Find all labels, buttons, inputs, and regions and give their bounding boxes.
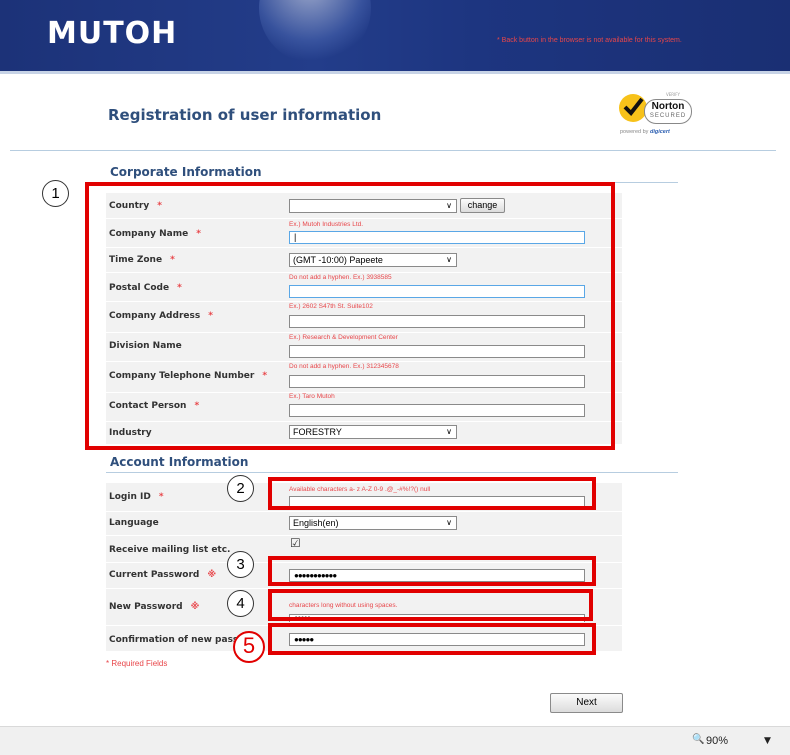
required-mark: ※ (207, 570, 217, 580)
callout-3: 3 (227, 551, 254, 578)
current-password-label: Current Password ※ (109, 570, 216, 580)
browser-status-bar: 🔍 90% ▼ (0, 726, 790, 755)
current-password-label-text: Current Password (109, 570, 200, 580)
new-password-label-text: New Password (109, 602, 183, 612)
page-title: Registration of user information (108, 106, 382, 124)
title-divider (10, 150, 776, 151)
header-underline (0, 71, 790, 74)
norton-pill: Norton SECURED (644, 99, 692, 124)
callout-5: 5 (233, 631, 265, 663)
confirm-password-label: Confirmation of new pass (109, 635, 239, 645)
mailing-list-checkbox[interactable]: ☑ (290, 536, 301, 550)
login-id-label-text: Login ID (109, 492, 151, 502)
account-section-title: Account Information (110, 455, 249, 469)
next-button[interactable]: Next (550, 693, 623, 713)
chevron-down-icon[interactable]: ▼ (764, 736, 771, 746)
required-mark: ※ (190, 602, 200, 612)
powered-by-text: powered by (620, 129, 649, 135)
login-id-label: Login ID * (109, 492, 164, 502)
annotation-box-5 (268, 623, 596, 655)
norton-secured-badge[interactable]: VERIFY Norton SECURED powered by digicer… (619, 92, 695, 142)
new-password-label: New Password ※ (109, 602, 199, 612)
callout-1: 1 (42, 180, 69, 207)
norton-name: Norton (651, 101, 685, 112)
zoom-level[interactable]: 90% (706, 735, 728, 747)
annotation-box-2 (268, 477, 596, 510)
required-fields-note: * Required Fields (106, 659, 168, 668)
norton-verify-text: VERIFY (666, 92, 680, 97)
language-label: Language (109, 518, 159, 528)
header-banner: MUTOH * Back button in the browser is no… (0, 0, 790, 71)
callout-2: 2 (227, 475, 254, 502)
chevron-down-icon: ∨ (446, 518, 452, 527)
corporate-section-title: Corporate Information (110, 165, 262, 179)
language-value: English(en) (293, 518, 339, 528)
annotation-box-3 (268, 556, 596, 586)
annotation-box-4 (268, 589, 593, 621)
row-language: Language English(en) ∨ (106, 512, 622, 536)
globe-decoration (259, 0, 371, 64)
norton-secured-text: SECURED (649, 113, 687, 119)
mailing-list-label: Receive mailing list etc. (109, 545, 231, 555)
annotation-box-1 (85, 182, 615, 450)
required-mark: * (158, 492, 164, 502)
zoom-icon[interactable]: 🔍 (692, 734, 704, 745)
checkmark-icon (619, 94, 647, 122)
norton-powered-by: powered by digicert (620, 129, 670, 135)
digicert-text: digicert (649, 129, 670, 135)
back-button-notice: * Back button in the browser is not avai… (497, 37, 682, 44)
account-section-line (106, 472, 678, 473)
language-select[interactable]: English(en) ∨ (289, 516, 457, 530)
callout-4: 4 (227, 590, 254, 617)
mutoh-logo: MUTOH (47, 16, 178, 51)
